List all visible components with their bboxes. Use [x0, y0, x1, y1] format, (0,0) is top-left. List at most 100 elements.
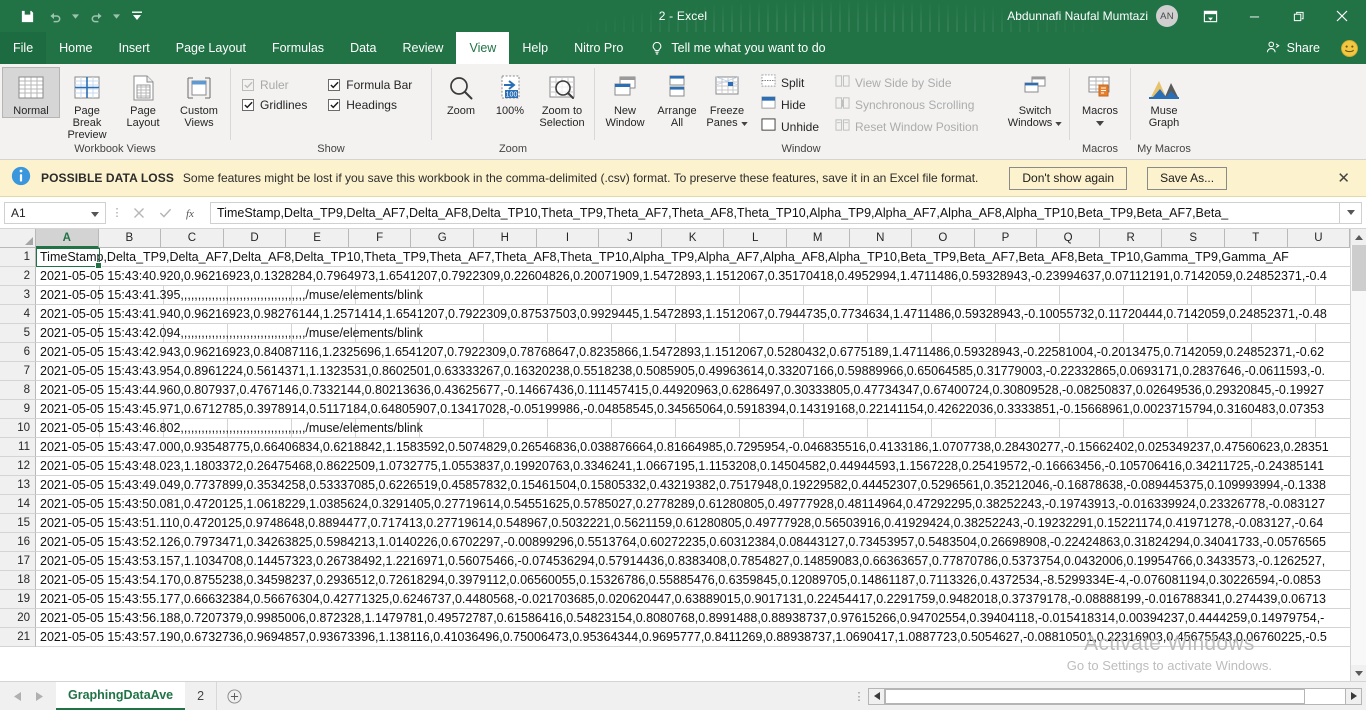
restore-button[interactable]	[1276, 0, 1320, 32]
row-header-9[interactable]: 9	[0, 400, 36, 419]
table-row[interactable]: 2021-05-05 15:43:54.170,0.8755238,0.3459…	[36, 571, 1350, 590]
tab-page-layout[interactable]: Page Layout	[163, 32, 259, 64]
column-header-f[interactable]: F	[348, 229, 412, 248]
row-header-6[interactable]: 6	[0, 343, 36, 362]
row-header-11[interactable]: 11	[0, 438, 36, 457]
horizontal-scrollbar[interactable]	[868, 682, 1366, 710]
table-row[interactable]: 2021-05-05 15:43:49.049,0.7737899,0.3534…	[36, 476, 1350, 495]
unhide-button[interactable]: Unhide	[758, 117, 820, 136]
macros-button[interactable]: Macros	[1073, 68, 1127, 129]
scroll-down-arrow-icon[interactable]	[1350, 665, 1366, 681]
previous-sheet-arrow-icon[interactable]	[6, 682, 28, 710]
tab-view[interactable]: View	[456, 32, 510, 64]
tell-me-search[interactable]: Tell me what you want to do	[636, 32, 837, 64]
row-header-20[interactable]: 20	[0, 609, 36, 628]
sheet-tab-2[interactable]: 2	[185, 682, 218, 710]
minimize-button[interactable]	[1232, 0, 1276, 32]
share-button[interactable]: Share	[1252, 40, 1332, 57]
table-row[interactable]: 2021-05-05 15:43:41.940,0.96216923,0.982…	[36, 305, 1350, 324]
tab-help[interactable]: Help	[509, 32, 561, 64]
column-header-u[interactable]: U	[1287, 229, 1350, 248]
table-row[interactable]: 2021-05-05 15:43:57.190,0.6732736,0.9694…	[36, 628, 1350, 647]
zoom-100-button[interactable]: 100 100%	[487, 68, 533, 117]
select-all-corner[interactable]	[0, 229, 36, 248]
column-header-n[interactable]: N	[849, 229, 913, 248]
row-header-13[interactable]: 13	[0, 476, 36, 495]
enter-checkmark-icon[interactable]	[152, 202, 178, 224]
normal-view-button[interactable]: Normal	[2, 67, 60, 118]
column-header-e[interactable]: E	[286, 229, 349, 248]
scroll-right-icon[interactable]	[1345, 687, 1362, 705]
formula-bar-grip[interactable]: ⋮	[110, 206, 124, 219]
row-header-3[interactable]: 3	[0, 286, 36, 305]
table-row[interactable]: 2021-05-05 15:43:40.920,0.96216923,0.132…	[36, 267, 1350, 286]
scroll-left-icon[interactable]	[868, 687, 885, 705]
save-as-button[interactable]: Save As...	[1147, 166, 1228, 190]
account-name[interactable]: Abdunnafi Naufal Mumtazi	[1007, 9, 1148, 23]
table-row[interactable]: 2021-05-05 15:43:43.954,0.8961224,0.5614…	[36, 362, 1350, 381]
column-header-t[interactable]: T	[1224, 229, 1288, 248]
tab-formulas[interactable]: Formulas	[259, 32, 337, 64]
expand-formula-bar-chevron-down-icon[interactable]	[1340, 201, 1362, 224]
tab-insert[interactable]: Insert	[106, 32, 163, 64]
ruler-checkbox[interactable]: Ruler	[242, 78, 312, 92]
page-layout-button[interactable]: Page Layout	[115, 68, 171, 129]
redo-icon[interactable]	[83, 4, 109, 28]
table-row[interactable]: 2021-05-05 15:43:55.177,0.66632384,0.566…	[36, 590, 1350, 609]
row-header-5[interactable]: 5	[0, 324, 36, 343]
table-row[interactable]: TimeStamp,Delta_TP9,Delta_AF7,Delta_AF8,…	[36, 248, 1350, 267]
chevron-down-icon[interactable]	[740, 117, 748, 129]
insert-function-icon[interactable]: fx	[178, 202, 204, 224]
table-row[interactable]: 2021-05-05 15:43:56.188,0.7207379,0.9985…	[36, 609, 1350, 628]
cancel-icon[interactable]	[126, 202, 152, 224]
vertical-scroll-track[interactable]	[1350, 245, 1366, 665]
column-header-j[interactable]: J	[599, 229, 662, 248]
page-break-preview-button[interactable]: Page Break Preview	[59, 68, 115, 141]
row-header-2[interactable]: 2	[0, 267, 36, 286]
muse-graph-button[interactable]: Muse Graph	[1134, 68, 1194, 129]
avatar[interactable]: AN	[1156, 5, 1178, 27]
column-header-i[interactable]: I	[536, 229, 600, 248]
chevron-down-icon[interactable]	[1055, 117, 1063, 129]
feedback-smiley-icon[interactable]	[1332, 39, 1366, 58]
table-row[interactable]: 2021-05-05 15:43:41.395,,,,,,,,,,,,,,,,,…	[36, 286, 1350, 305]
column-header-q[interactable]: Q	[1037, 229, 1100, 248]
ribbon-display-options-icon[interactable]	[1188, 0, 1232, 32]
new-window-button[interactable]: New Window	[598, 68, 652, 129]
zoom-to-selection-button[interactable]: Zoom to Selection	[533, 68, 591, 129]
undo-chevron-down-icon[interactable]	[70, 4, 81, 28]
table-row[interactable]: 2021-05-05 15:43:50.081,0.4720125,1.0618…	[36, 495, 1350, 514]
freeze-panes-button[interactable]: Freeze Panes	[702, 68, 752, 129]
column-header-b[interactable]: B	[98, 229, 162, 248]
table-row[interactable]: 2021-05-05 15:43:45.971,0.6712785,0.3978…	[36, 400, 1350, 419]
formula-input[interactable]: TimeStamp,Delta_TP9,Delta_AF7,Delta_AF8,…	[210, 201, 1340, 224]
table-row[interactable]: 2021-05-05 15:43:46.802,,,,,,,,,,,,,,,,,…	[36, 419, 1350, 438]
vertical-scroll-thumb[interactable]	[1351, 245, 1366, 291]
formula-bar-checkbox[interactable]: Formula Bar	[328, 78, 420, 92]
column-header-l[interactable]: L	[724, 229, 787, 248]
close-button[interactable]	[1320, 0, 1364, 32]
row-header-7[interactable]: 7	[0, 362, 36, 381]
row-header-16[interactable]: 16	[0, 533, 36, 552]
close-icon[interactable]: ✕	[1331, 169, 1356, 187]
column-header-g[interactable]: G	[411, 229, 475, 248]
table-row[interactable]: 2021-05-05 15:43:48.023,1.1803372,0.2647…	[36, 457, 1350, 476]
switch-windows-button[interactable]: Switch Windows	[1004, 68, 1066, 129]
scroll-up-arrow-icon[interactable]	[1350, 229, 1366, 245]
column-header-o[interactable]: O	[912, 229, 975, 248]
table-row[interactable]: 2021-05-05 15:43:42.943,0.96216923,0.840…	[36, 343, 1350, 362]
sheet-tab-graphingdataave[interactable]: GraphingDataAve	[56, 682, 186, 710]
save-icon[interactable]	[14, 4, 40, 28]
table-row[interactable]: 2021-05-05 15:43:42.094,,,,,,,,,,,,,,,,,…	[36, 324, 1350, 343]
column-header-p[interactable]: P	[974, 229, 1038, 248]
custom-views-button[interactable]: Custom Views	[171, 68, 227, 129]
column-header-h[interactable]: H	[474, 229, 537, 248]
row-header-17[interactable]: 17	[0, 552, 36, 571]
column-header-s[interactable]: S	[1162, 229, 1225, 248]
headings-checkbox[interactable]: Headings	[328, 98, 420, 112]
table-row[interactable]: 2021-05-05 15:43:53.157,1.1034708,0.1445…	[36, 552, 1350, 571]
tab-review[interactable]: Review	[389, 32, 456, 64]
column-header-a[interactable]: A	[36, 229, 99, 248]
column-header-m[interactable]: M	[786, 229, 850, 248]
redo-chevron-down-icon[interactable]	[111, 4, 122, 28]
